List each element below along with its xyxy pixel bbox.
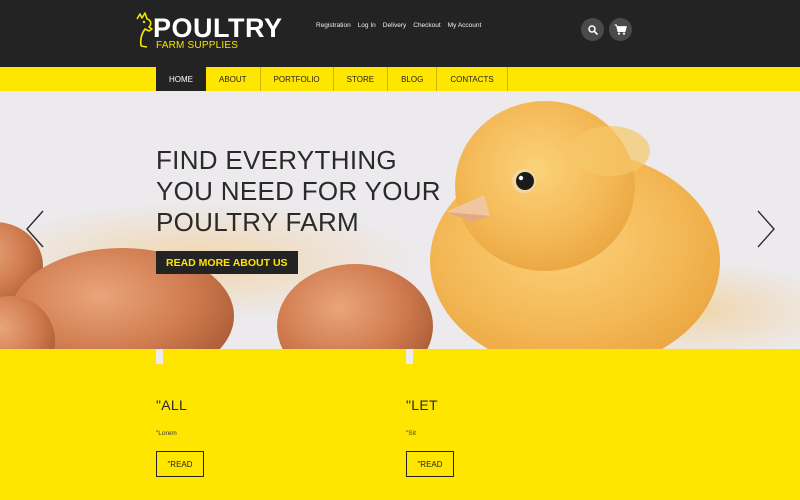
search-button[interactable] [581,18,604,41]
feature-marker [406,349,413,364]
top-links: Registration Log In Delivery Checkout My… [316,22,482,30]
toplink-my-account[interactable]: My Account [448,22,482,30]
feature-text: "Sit [406,430,416,437]
features-section: "ALL "Lorem "READ "LET "Sit "READ [0,349,800,500]
search-icon [587,24,598,35]
chevron-left-icon[interactable] [24,209,46,249]
cart-icon [614,24,627,35]
feature-title: "LET [406,397,438,413]
cart-button[interactable] [609,18,632,41]
toplink-login[interactable]: Log In [358,22,376,30]
feature-marker [156,349,163,364]
brand-subtitle: FARM SUPPLIES [156,40,239,51]
brand-title: POULTRY [153,13,283,43]
main-nav: HOME ABOUT PORTFOLIO STORE BLOG CONTACTS [0,67,800,91]
read-more-about-us-button[interactable]: READ MORE ABOUT US [156,251,298,274]
chevron-right-icon[interactable] [755,209,777,249]
feature-title: "ALL [156,397,188,413]
feature-text: "Lorem [156,430,177,437]
nav-item-portfolio[interactable]: PORTFOLIO [261,67,334,91]
hero-heading-line-3: POULTRY FARM [156,207,359,237]
nav-item-blog[interactable]: BLOG [388,67,438,91]
hero-slider: FIND EVERYTHING YOU NEED FOR YOUR POULTR… [0,91,800,349]
site-header: POULTRY FARM SUPPLIES Registration Log I… [0,0,800,67]
toplink-checkout[interactable]: Checkout [413,22,440,30]
nav-item-about[interactable]: ABOUT [206,67,261,91]
nav-item-contacts[interactable]: CONTACTS [437,67,508,91]
nav-item-store[interactable]: STORE [334,67,389,91]
hero-heading-line-2: YOU NEED FOR YOUR [156,176,441,206]
nav-item-home[interactable]: HOME [156,67,206,91]
logo[interactable]: POULTRY FARM SUPPLIES [131,10,283,55]
hero-heading: FIND EVERYTHING YOU NEED FOR YOUR POULTR… [156,145,446,238]
feature-read-button[interactable]: "READ [156,451,204,477]
toplink-registration[interactable]: Registration [316,22,351,30]
feature-read-button[interactable]: "READ [406,451,454,477]
hero-heading-line-1: FIND EVERYTHING [156,145,397,175]
toplink-delivery[interactable]: Delivery [383,22,406,30]
